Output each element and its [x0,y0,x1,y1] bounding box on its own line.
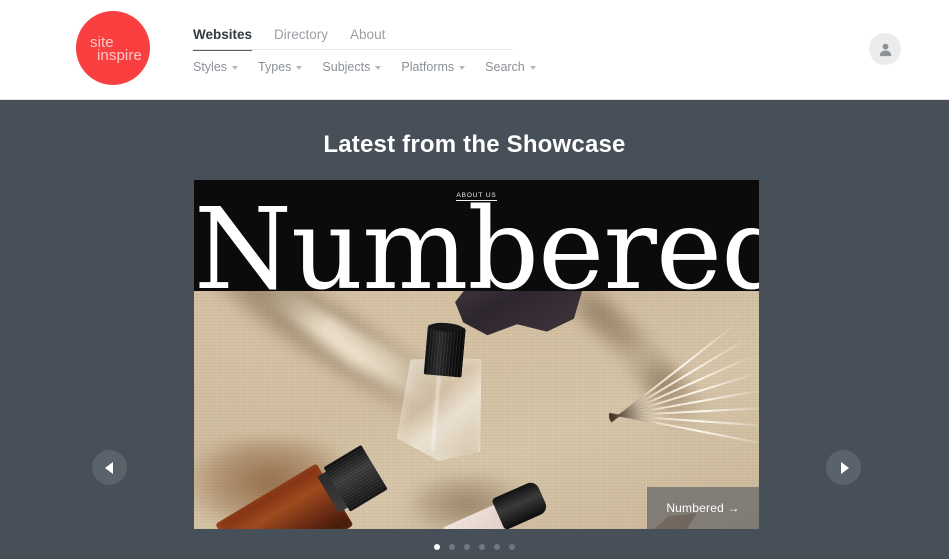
carousel-prev-button[interactable] [92,450,127,485]
nav-dropdown-subjects-label: Subjects [322,60,371,74]
chevron-down-icon [459,66,466,70]
slide-cta-button[interactable]: Numbered → [647,487,759,529]
chevron-left-icon [104,461,113,474]
chevron-down-icon [529,66,536,70]
chevron-down-icon [375,66,382,70]
showcase-slide[interactable]: ABOUT US Numbered Numbered → [194,180,759,529]
logo-text-inspire: inspire [97,47,142,64]
site-header: site inspire Websites Directory About St… [0,0,949,100]
carousel-dot[interactable] [509,544,515,550]
carousel-pagination [0,544,949,550]
nav-item-about[interactable]: About [350,27,385,49]
photo-whisk [590,293,759,504]
nav-dropdown-types[interactable]: Types [258,60,303,74]
carousel-dot[interactable] [494,544,500,550]
photo-clear-perfume-bottle [395,323,490,465]
nav-dropdown-styles-label: Styles [193,60,228,74]
nav-dropdown-styles[interactable]: Styles [193,60,239,74]
nav-item-directory[interactable]: Directory [274,27,328,49]
secondary-nav-row: Styles Types Subjects Platforms Search [193,60,813,74]
user-avatar-icon [879,43,891,56]
nav-dropdown-platforms-label: Platforms [401,60,455,74]
bottle-cap [423,324,466,378]
chevron-right-icon [840,461,849,474]
nav-dropdown-subjects[interactable]: Subjects [322,60,382,74]
nav-dropdown-search-label: Search [485,60,525,74]
carousel-next-button[interactable] [826,450,861,485]
nav-item-websites[interactable]: Websites [193,27,253,51]
nav-divider [193,49,513,50]
carousel-dot[interactable] [434,544,440,550]
site-logo[interactable]: site inspire [76,11,150,85]
nav-dropdown-search[interactable]: Search [485,60,536,74]
nav-dropdown-platforms[interactable]: Platforms [401,60,466,74]
carousel-dot[interactable] [464,544,470,550]
main-navigation: Websites Directory About Styles Types Su… [193,27,813,74]
chevron-down-icon [232,66,239,70]
showcase-section: Latest from the Showcase ABOUT US Number… [0,100,949,559]
carousel-dot[interactable] [449,544,455,550]
carousel-dot[interactable] [479,544,485,550]
page-title: Latest from the Showcase [323,131,626,158]
chevron-down-icon [296,66,303,70]
account-avatar-button[interactable] [869,33,901,65]
primary-nav-row: Websites Directory About [193,27,813,51]
slide-headline: Numbered [194,185,759,315]
nav-dropdown-types-label: Types [258,60,292,74]
